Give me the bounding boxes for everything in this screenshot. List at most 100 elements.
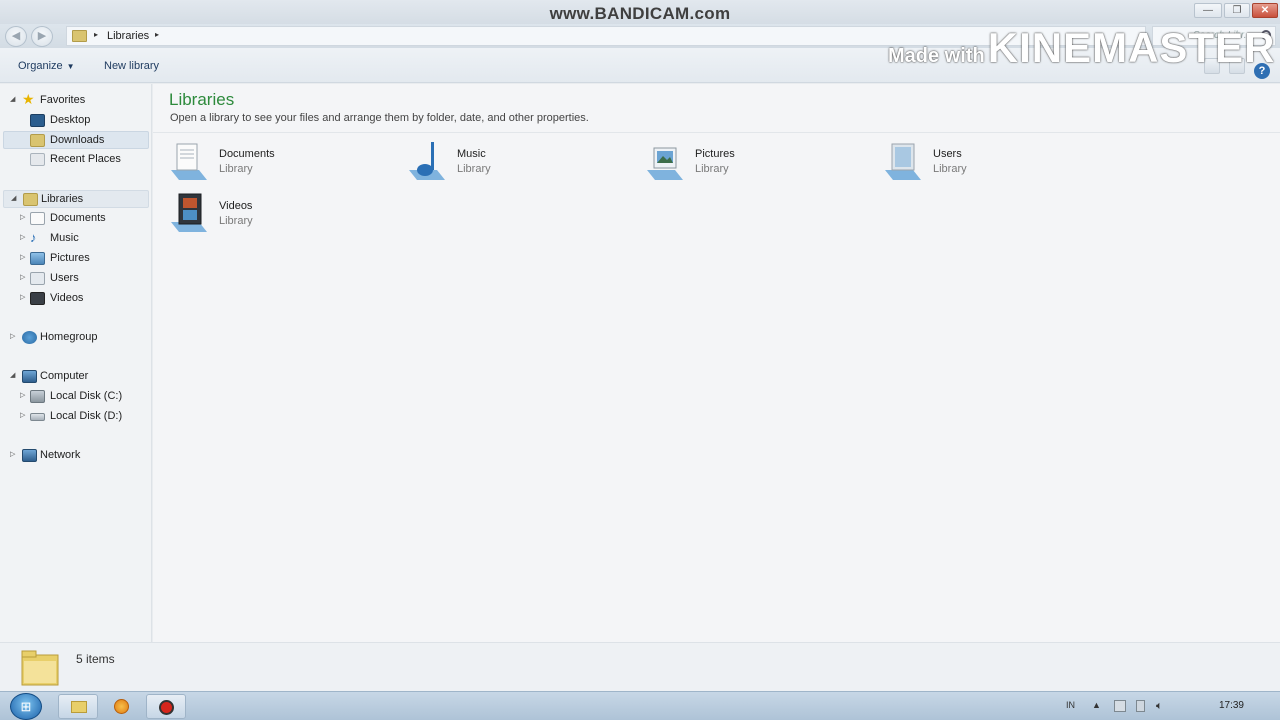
library-name: Users	[933, 148, 962, 160]
collapsed-arrow-icon[interactable]: ▷	[20, 213, 29, 221]
videos-icon	[30, 292, 45, 305]
library-type: Library	[219, 215, 253, 227]
breadcrumb-libraries[interactable]: Libraries	[107, 30, 149, 42]
nav-computer[interactable]: ◢ Computer	[10, 368, 148, 386]
music-library-icon	[409, 142, 445, 180]
collapsed-arrow-icon[interactable]: ▷	[10, 450, 19, 458]
nav-homegroup[interactable]: ▷ Homegroup	[10, 329, 148, 347]
battery-icon[interactable]	[1136, 700, 1145, 712]
maximize-icon: ❐	[1232, 5, 1242, 16]
documents-library-icon	[171, 143, 207, 180]
collapsed-arrow-icon[interactable]: ▷	[20, 293, 29, 301]
nav-pictures[interactable]: ▷ Pictures	[20, 250, 148, 268]
nav-local-disk-d[interactable]: ▷ Local Disk (D:)	[20, 408, 148, 426]
nav-desktop[interactable]: Desktop	[28, 112, 148, 130]
close-icon: ✕	[1260, 5, 1270, 16]
nav-libraries[interactable]: ◢ Libraries	[3, 190, 149, 208]
collapsed-arrow-icon[interactable]: ▷	[20, 233, 29, 241]
nav-pictures-label: Pictures	[50, 252, 90, 264]
nav-libraries-label: Libraries	[41, 193, 84, 205]
breadcrumb-chevron-icon[interactable]: ▸	[155, 30, 159, 39]
volume-icon[interactable]: 🔈︎	[1156, 700, 1163, 713]
taskbar: ⊞ IN ▲ 🔈︎ 17:39	[0, 691, 1280, 720]
expanded-arrow-icon[interactable]: ◢	[10, 95, 19, 103]
library-type: Library	[457, 163, 491, 175]
nav-music-label: Music	[50, 232, 79, 244]
bandicam-record-icon	[159, 700, 174, 715]
library-name: Videos	[219, 200, 253, 212]
nav-recent-label: Recent Places	[50, 153, 121, 165]
nav-downloads[interactable]: Downloads	[3, 131, 149, 149]
title-bar: www.BANDICAM.com — ❐ ✕	[0, 0, 1280, 24]
library-videos[interactable]: Videos Library	[169, 192, 389, 238]
status-bar: 5 items	[0, 642, 1280, 691]
organize-button[interactable]: Organize ▼	[18, 60, 75, 72]
nav-music[interactable]: ▷ ♪ Music	[20, 230, 148, 248]
taskbar-clock[interactable]: 17:39	[1219, 700, 1244, 711]
made-with-text: Made with	[888, 45, 985, 67]
libraries-icon	[23, 193, 38, 206]
collapsed-arrow-icon[interactable]: ▷	[10, 332, 19, 340]
nav-videos[interactable]: ▷ Videos	[20, 290, 148, 308]
collapsed-arrow-icon[interactable]: ▷	[20, 273, 29, 281]
taskbar-bandicam[interactable]	[146, 694, 186, 719]
forward-button[interactable]: ▶	[31, 26, 53, 47]
library-documents[interactable]: Documents Library	[169, 140, 389, 186]
taskbar-explorer[interactable]	[58, 694, 98, 719]
nav-disk-d-label: Local Disk (D:)	[50, 410, 123, 422]
nav-favorites[interactable]: ◢ ★ Favorites	[10, 91, 140, 110]
library-name: Documents	[219, 148, 275, 160]
nav-documents[interactable]: ▷ Documents	[20, 210, 148, 228]
nav-disk-c-label: Local Disk (C:)	[50, 390, 123, 402]
nav-users[interactable]: ▷ Users	[20, 270, 148, 288]
collapsed-arrow-icon[interactable]: ▷	[20, 391, 29, 399]
nav-recent-places[interactable]: Recent Places	[28, 151, 148, 169]
nav-local-disk-c[interactable]: ▷ Local Disk (C:)	[20, 388, 148, 406]
nav-users-label: Users	[50, 272, 79, 284]
maximize-button[interactable]: ❐	[1224, 3, 1250, 18]
start-button[interactable]: ⊞	[10, 693, 42, 720]
collapsed-arrow-icon[interactable]: ▷	[20, 411, 29, 419]
libraries-folder-icon	[72, 30, 87, 42]
expanded-arrow-icon[interactable]: ◢	[11, 194, 20, 202]
documents-icon	[30, 212, 45, 225]
users-library-icon	[885, 143, 921, 180]
page-description: Open a library to see your files and arr…	[170, 112, 589, 124]
content-pane: Libraries Open a library to see your fil…	[153, 84, 1280, 642]
close-button[interactable]: ✕	[1252, 3, 1278, 18]
star-icon: ★	[22, 91, 35, 107]
nav-documents-label: Documents	[50, 212, 106, 224]
library-users[interactable]: Users Library	[883, 140, 1103, 186]
show-hidden-icons-icon[interactable]: ▲	[1092, 700, 1101, 710]
minimize-button[interactable]: —	[1194, 3, 1222, 18]
library-type: Library	[695, 163, 729, 175]
nav-network[interactable]: ▷ Network	[10, 447, 148, 465]
library-pictures[interactable]: Pictures Library	[645, 140, 865, 186]
library-type: Library	[219, 163, 253, 175]
explorer-folder-icon	[71, 701, 87, 713]
pictures-library-icon	[647, 147, 683, 180]
breadcrumb-chevron-icon[interactable]: ▸	[94, 30, 98, 39]
drive-d-icon	[30, 413, 45, 421]
homegroup-icon	[22, 331, 37, 344]
system-tray: IN ▲ 🔈︎ 17:39	[1060, 692, 1280, 720]
kinemaster-brand-text: KINEMASTER	[987, 24, 1276, 71]
pictures-icon	[30, 252, 45, 265]
nav-network-label: Network	[40, 449, 81, 461]
collapsed-arrow-icon[interactable]: ▷	[20, 253, 29, 261]
library-music[interactable]: Music Library	[407, 140, 627, 186]
language-indicator[interactable]: IN	[1066, 700, 1075, 710]
back-button[interactable]: ◀	[5, 26, 27, 47]
new-library-button[interactable]: New library	[104, 60, 159, 72]
expanded-arrow-icon[interactable]: ◢	[10, 371, 19, 379]
action-center-icon[interactable]	[1114, 700, 1126, 712]
media-player-icon	[114, 699, 129, 714]
forward-arrow-icon: ▶	[37, 30, 47, 42]
chevron-down-icon: ▼	[66, 62, 75, 71]
minimize-icon: —	[1203, 5, 1213, 16]
nav-videos-label: Videos	[50, 292, 84, 304]
library-name: Music	[457, 148, 486, 160]
back-arrow-icon: ◀	[11, 30, 21, 42]
downloads-folder-icon	[30, 134, 45, 147]
taskbar-media-player[interactable]	[102, 694, 142, 719]
